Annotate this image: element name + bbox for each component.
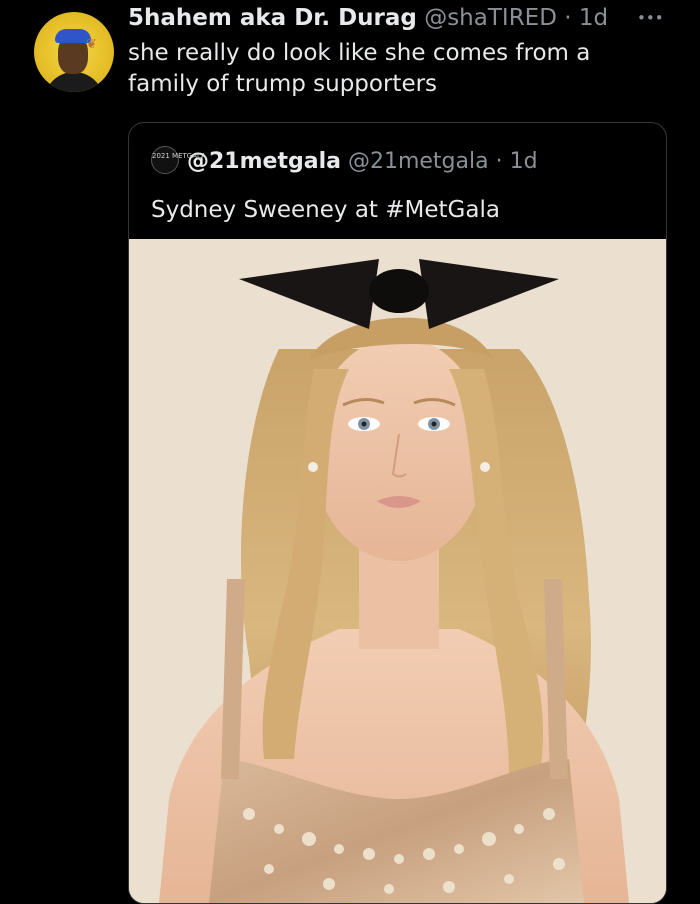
quoted-photo[interactable]	[129, 239, 666, 903]
quoted-author-avatar[interactable]: 2021 METGALA	[151, 146, 206, 174]
tweet-header: 5hahem aka Dr. Durag @shaTIRED · 1d	[128, 3, 608, 33]
separator-dot: ·	[495, 149, 503, 174]
quoted-tweet[interactable]: 2021 METGALA@21metgala @21metgala · 1d S…	[128, 122, 667, 904]
butterfly-icon: ❦	[86, 37, 97, 52]
avatar-shirt	[44, 72, 104, 92]
author-avatar[interactable]: ❦	[34, 12, 114, 92]
more-options-icon[interactable]: •••	[637, 8, 664, 28]
tweet[interactable]: ❦ 5hahem aka Dr. Durag @shaTIRED · 1d ••…	[0, 0, 700, 904]
author-handle[interactable]: @shaTIRED	[424, 5, 557, 31]
separator-dot: ·	[564, 5, 572, 31]
timestamp[interactable]: 1d	[579, 5, 608, 31]
quoted-tweet-text: Sydney Sweeney at #MetGala	[151, 197, 500, 223]
portrait-photo	[129, 239, 666, 903]
quoted-tweet-header: 2021 METGALA@21metgala @21metgala · 1d	[151, 146, 538, 177]
tweet-text: she really do look like she comes from a…	[128, 40, 591, 97]
quoted-timestamp[interactable]: 1d	[510, 149, 538, 174]
author-name[interactable]: 5hahem aka Dr. Durag	[128, 5, 417, 31]
quoted-author-name[interactable]: @21metgala	[187, 149, 341, 174]
quoted-author-handle[interactable]: @21metgala	[348, 149, 489, 174]
